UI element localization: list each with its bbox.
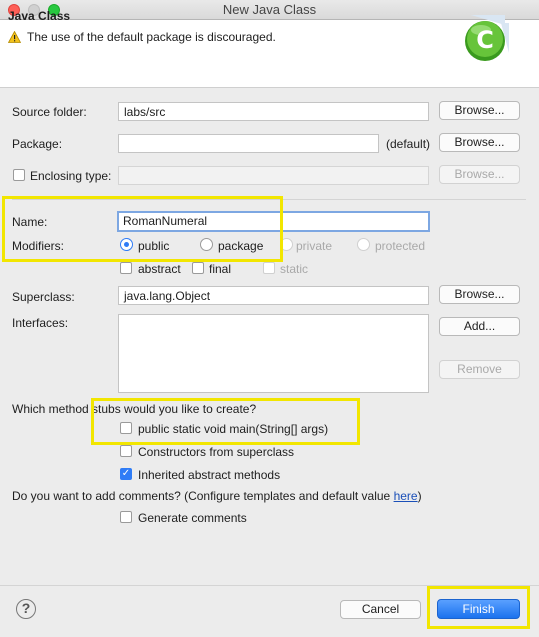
enclosing-type-label: Enclosing type: — [30, 169, 112, 183]
source-folder-label: Source folder: — [12, 105, 87, 119]
modifier-static-checkbox[interactable] — [263, 262, 275, 274]
stub-inherited-label: Inherited abstract methods — [138, 468, 281, 482]
enclosing-type-checkbox[interactable] — [13, 169, 25, 181]
highlight-name-modifiers — [2, 196, 283, 262]
stub-inherited-checkbox[interactable]: ✓ — [120, 468, 132, 480]
package-label: Package: — [12, 137, 63, 151]
wizard-title: Java Class — [8, 9, 71, 23]
stub-constructors-checkbox[interactable] — [120, 445, 132, 457]
generate-comments-checkbox[interactable] — [120, 511, 132, 523]
class-wizard-logo-icon: C — [465, 15, 509, 61]
source-folder-input[interactable]: labs/src — [118, 102, 429, 121]
modifier-protected-radio[interactable] — [357, 238, 370, 251]
interfaces-add-button[interactable]: Add... — [439, 317, 520, 336]
svg-text:C: C — [476, 26, 494, 54]
source-folder-browse-button[interactable]: Browse... — [439, 101, 520, 120]
window-title: New Java Class — [222, 2, 317, 17]
superclass-input[interactable]: java.lang.Object — [118, 286, 429, 305]
superclass-label: Superclass: — [12, 290, 75, 304]
highlight-finish — [427, 586, 530, 629]
package-browse-button[interactable]: Browse... — [439, 133, 520, 152]
generate-comments-label: Generate comments — [138, 511, 247, 525]
wizard-message: The use of the default package is discou… — [27, 30, 276, 44]
highlight-main-stub-top — [91, 398, 360, 401]
enclosing-type-input[interactable] — [118, 166, 429, 185]
stub-constructors-label: Constructors from superclass — [138, 445, 295, 459]
modifier-abstract-label: abstract — [138, 262, 181, 276]
enclosing-type-browse-button[interactable]: Browse... — [439, 165, 520, 184]
interfaces-label: Interfaces: — [12, 316, 69, 330]
package-default-hint: (default) — [386, 137, 431, 151]
modifier-private-label: private — [296, 239, 333, 253]
modifier-abstract-checkbox[interactable] — [120, 262, 132, 274]
interfaces-list[interactable] — [118, 314, 429, 393]
interfaces-remove-button[interactable]: Remove — [439, 360, 520, 379]
package-input[interactable] — [118, 134, 379, 153]
help-icon[interactable]: ? — [16, 599, 36, 619]
configure-templates-link[interactable]: here — [394, 489, 418, 503]
superclass-browse-button[interactable]: Browse... — [439, 285, 520, 304]
modifier-protected-label: protected — [375, 239, 426, 253]
warning-icon — [8, 31, 21, 43]
comments-question: Do you want to add comments? (Configure … — [12, 489, 422, 503]
modifier-final-checkbox[interactable] — [192, 262, 204, 274]
highlight-main-stub — [91, 398, 360, 445]
modifier-static-label: static — [280, 262, 309, 276]
cancel-button[interactable]: Cancel — [340, 600, 421, 619]
modifier-final-label: final — [209, 262, 232, 276]
